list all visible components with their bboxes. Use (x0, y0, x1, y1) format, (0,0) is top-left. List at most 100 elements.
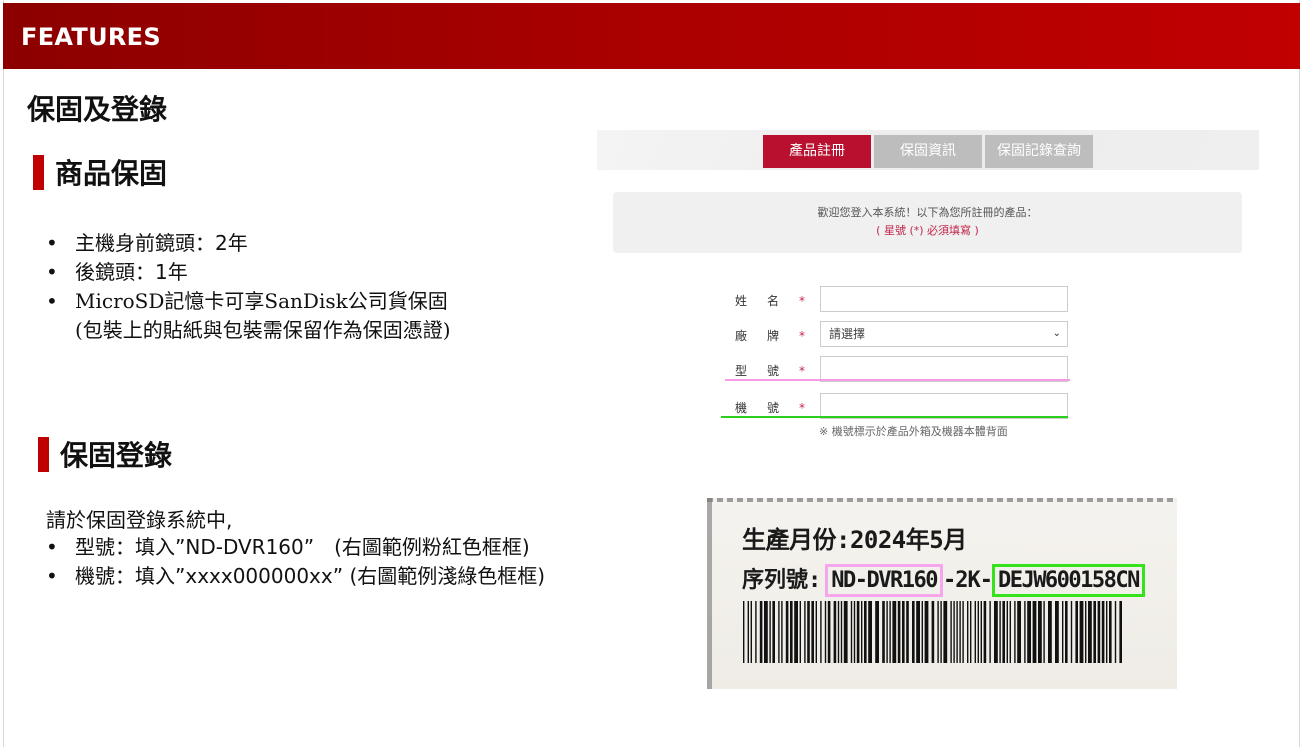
serial-hint: ※ 機號標示於產品外箱及機器本體背面 (819, 425, 1008, 438)
barcode-bar (940, 601, 942, 663)
barcode-bar (861, 601, 863, 663)
pink-highlight-line (725, 379, 1070, 381)
photo-left-edge (707, 498, 712, 689)
registration-form-screenshot: 產品註冊 保固資訊 保固記錄查詢 歡迎您登入本系統！以下為您所註冊的產品： ( … (597, 130, 1259, 439)
barcode-bar (837, 601, 840, 663)
notice-line2: ( 星號 (*) 必須填寫 ) (876, 224, 979, 237)
barcode-bar (994, 601, 998, 663)
production-month: 生產月份:2024年5月 (742, 526, 967, 554)
barcode-bar (1093, 601, 1096, 663)
tab-product-registration[interactable]: 產品註冊 (763, 135, 871, 168)
name-input[interactable] (820, 286, 1068, 312)
registration-list: 型號：填入”ND-DVR160” (右圖範例粉紅色框框) 機號：填入”xxxx0… (42, 533, 545, 591)
barcode-bar (1048, 601, 1052, 663)
barcode-bar (1106, 601, 1108, 663)
barcode-bar (999, 601, 1001, 663)
barcode-bar (906, 601, 909, 663)
barcode-bar (1101, 601, 1105, 663)
barcode-bar (886, 601, 888, 663)
model-label: 型號* (735, 364, 806, 378)
barcode-bar (902, 601, 905, 663)
registration-section-heading: 保固登錄 (38, 434, 172, 474)
barcode-bar (1079, 601, 1084, 663)
barcode-bar (1119, 601, 1122, 663)
barcode-bar (850, 601, 853, 663)
barcode-bar (799, 601, 801, 663)
barcode-bar (827, 601, 831, 663)
barcode-bar (1017, 601, 1021, 663)
page-title: 保固及登錄 (27, 93, 168, 126)
barcode-bar (778, 601, 780, 663)
barcode-bar (750, 601, 752, 663)
barcode-bar (921, 601, 923, 663)
welcome-notice: 歡迎您登入本系統！以下為您所註冊的產品： ( 星號 (*) 必須填寫 ) (613, 192, 1242, 253)
list-item: 型號：填入”ND-DVR160” (右圖範例粉紅色框框) (42, 533, 545, 562)
barcode-bar (1014, 601, 1016, 663)
brand-row: 廠牌* 請選擇 ⌄ (597, 321, 1259, 349)
registration-intro: 請於保固登錄系統中, (46, 508, 233, 532)
barcode-bar (1065, 601, 1068, 663)
barcode-bar (950, 601, 952, 663)
form-body: 歡迎您登入本系統！以下為您所註冊的產品： ( 星號 (*) 必須填寫 ) 姓名*… (597, 170, 1259, 439)
barcode-bar (1070, 601, 1073, 663)
photo-top-edge (707, 498, 1177, 502)
barcode-bar (853, 601, 856, 663)
serial-prefix: 序列號: (742, 568, 822, 593)
list-item: 機號：填入”xxxx000000xx” (右圖範例淺綠色框框) (42, 562, 545, 591)
barcode-bar (916, 601, 920, 663)
banner-title: FEATURES (21, 23, 161, 51)
barcode-bar (959, 601, 961, 663)
warranty-section-heading: 商品保固 (33, 152, 167, 192)
barcode-bar (824, 601, 827, 663)
barcode-bar (989, 601, 991, 663)
barcode-bar (1009, 601, 1011, 663)
serial-middle: -2K- (942, 568, 993, 593)
barcode-bar (1085, 601, 1087, 663)
barcode-bar (875, 601, 879, 663)
notice-line1: 歡迎您登入本系統！以下為您所註冊的產品： (817, 206, 1038, 219)
barcode-bar (1075, 601, 1078, 663)
barcode-bar (912, 601, 915, 663)
barcode-bar (970, 601, 972, 663)
tab-warranty-record-search[interactable]: 保固記錄查詢 (985, 135, 1093, 168)
barcode-bar (815, 601, 817, 663)
barcode-bar (1038, 601, 1042, 663)
registration-heading-text: 保固登錄 (60, 439, 173, 472)
warranty-list: 主機身前鏡頭：2年 後鏡頭：1年 MicroSD記憶卡可享SanDisk公司貨保… (42, 229, 451, 345)
list-item: MicroSD記憶卡可享SanDisk公司貨保固 (包裝上的貼紙與包裝需保留作為… (42, 287, 451, 345)
barcode-bar (772, 601, 775, 663)
form-tabs: 產品註冊 保固資訊 保固記錄查詢 (763, 135, 1096, 168)
barcode-bar (1055, 601, 1059, 663)
barcode-bar (1097, 601, 1101, 663)
brand-select[interactable]: 請選擇 ⌄ (820, 321, 1068, 347)
serial-label: 機號* (735, 401, 806, 415)
barcode-bar (820, 601, 822, 663)
barcode-bar (781, 601, 783, 663)
barcode-bar (804, 601, 806, 663)
barcode-bar (840, 601, 843, 663)
barcode-bar (1088, 601, 1092, 663)
barcode-bar (974, 601, 976, 663)
model-highlight-box: ND-DVR160 (825, 564, 943, 597)
barcode-bar (977, 601, 979, 663)
tab-warranty-info[interactable]: 保固資訊 (874, 135, 982, 168)
list-item-text: MicroSD記憶卡可享SanDisk公司貨保固 (75, 289, 448, 313)
name-label: 姓名* (735, 294, 806, 308)
section-bar (38, 436, 49, 472)
barcode-bar (807, 601, 810, 663)
features-banner: FEATURES (3, 3, 1300, 69)
barcode-bar (892, 601, 897, 663)
barcode-bar (931, 601, 935, 663)
barcode-bar (1032, 601, 1037, 663)
barcode-bar (953, 601, 955, 663)
warranty-heading-text: 商品保固 (55, 157, 168, 190)
barcode-bar (755, 601, 757, 663)
barcode-bar (943, 601, 948, 663)
barcode-bar (833, 601, 837, 663)
barcode-bar (868, 601, 872, 663)
barcode-bar (1002, 601, 1005, 663)
name-row: 姓名* (597, 286, 1259, 314)
barcode-bar (1109, 601, 1112, 663)
barcode-bar (843, 601, 848, 663)
serial-highlight-box: DEJW600158CN (991, 564, 1145, 597)
